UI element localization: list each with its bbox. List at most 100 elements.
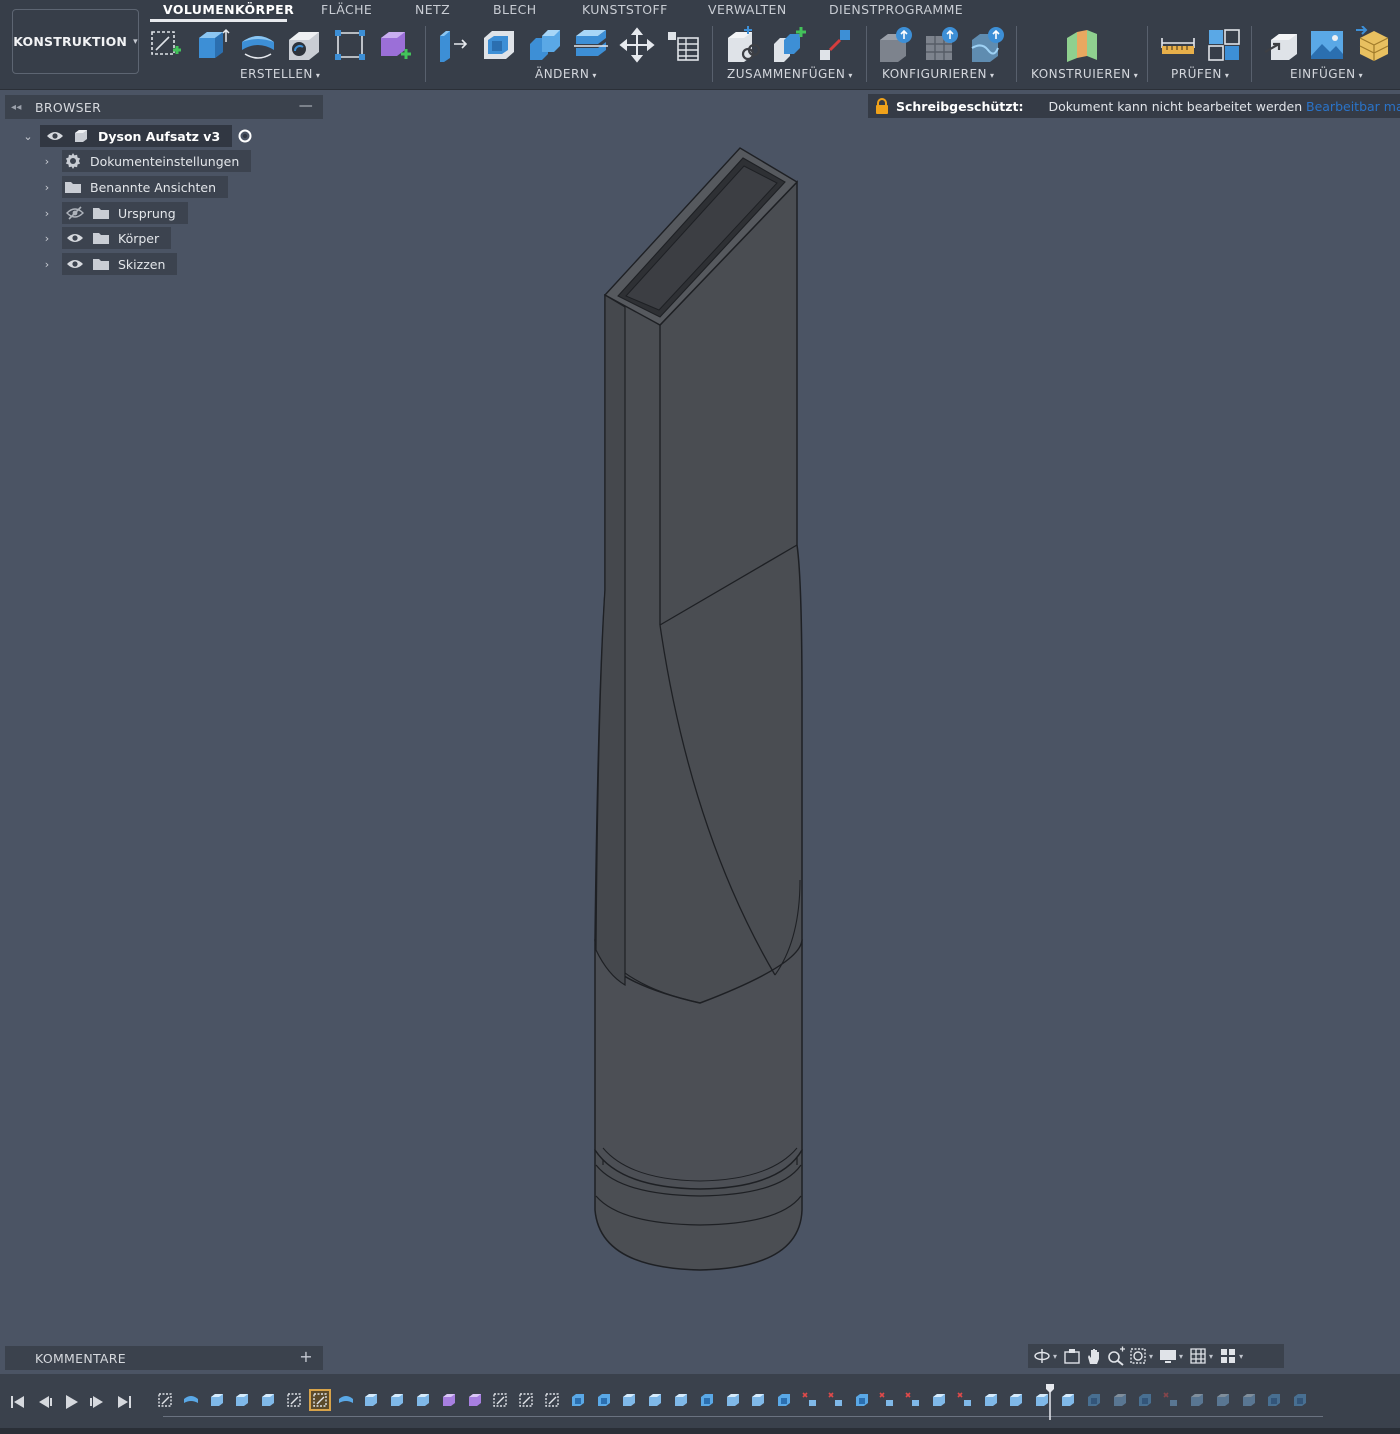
- go-to-end-icon[interactable]: [115, 1393, 133, 1411]
- timeline-feature[interactable]: [595, 1391, 613, 1409]
- timeline-feature[interactable]: [1085, 1391, 1103, 1409]
- timeline-feature[interactable]: [1214, 1391, 1232, 1409]
- tab-netz[interactable]: NETZ: [415, 2, 450, 17]
- new-component-icon[interactable]: [724, 26, 762, 64]
- activate-component-radio-icon[interactable]: [238, 129, 252, 143]
- timeline-feature[interactable]: [1188, 1391, 1206, 1409]
- timeline-feature[interactable]: [982, 1391, 1000, 1409]
- workspace-switcher-button[interactable]: KONSTRUKTION ▾: [12, 9, 139, 74]
- timeline-feature[interactable]: [749, 1391, 767, 1409]
- chevron-right-icon[interactable]: ›: [40, 155, 54, 168]
- timeline-feature[interactable]: [724, 1391, 742, 1409]
- create-form-icon[interactable]: [377, 26, 415, 64]
- orbit-icon[interactable]: ▾: [1032, 1345, 1060, 1367]
- timeline-marker[interactable]: [1046, 1384, 1054, 1420]
- make-editable-link[interactable]: Bearbeitbar ma: [1306, 99, 1400, 114]
- chevron-right-icon[interactable]: ›: [40, 232, 54, 245]
- browser-item[interactable]: Benannte Ansichten: [62, 176, 229, 198]
- timeline-feature[interactable]: [904, 1391, 922, 1409]
- timeline-feature[interactable]: [337, 1391, 355, 1409]
- timeline-feature[interactable]: [517, 1391, 535, 1409]
- insert-canvas-icon[interactable]: [1308, 26, 1346, 64]
- timeline-feature[interactable]: [1007, 1391, 1025, 1409]
- viewports-icon[interactable]: ▾: [1218, 1345, 1246, 1367]
- tab-flaeche[interactable]: FLÄCHE: [321, 2, 372, 17]
- go-to-start-icon[interactable]: [9, 1393, 27, 1411]
- timeline-feature[interactable]: [491, 1391, 509, 1409]
- timeline-feature[interactable]: [775, 1391, 793, 1409]
- timeline-feature[interactable]: [672, 1391, 690, 1409]
- insert-derive-icon[interactable]: [1263, 26, 1301, 64]
- eye-icon[interactable]: [64, 227, 86, 249]
- tab-dienstprogramme[interactable]: DIENSTPROGRAMME: [829, 2, 963, 17]
- construct-menu[interactable]: KONSTRUIEREN ▾: [1031, 67, 1138, 81]
- pan-hand-icon[interactable]: [1084, 1345, 1104, 1367]
- timeline-feature[interactable]: [569, 1391, 587, 1409]
- create-sketch-icon[interactable]: [147, 26, 185, 64]
- modify-menu[interactable]: ÄNDERN ▾: [535, 67, 597, 81]
- browser-root-item[interactable]: Dyson Aufsatz v3: [40, 125, 233, 147]
- timeline-feature[interactable]: [801, 1391, 819, 1409]
- fit-view-icon[interactable]: ▾: [1128, 1345, 1156, 1367]
- timeline-feature[interactable]: [646, 1391, 664, 1409]
- timeline-feature[interactable]: [208, 1391, 226, 1409]
- eye-hidden-icon[interactable]: [64, 202, 86, 224]
- split-body-icon[interactable]: [572, 26, 610, 64]
- insert-menu[interactable]: EINFÜGEN ▾: [1290, 67, 1363, 81]
- configuration-table-icon[interactable]: [922, 26, 960, 64]
- tab-blech[interactable]: BLECH: [493, 2, 537, 17]
- timeline-feature[interactable]: [698, 1391, 716, 1409]
- timeline-feature[interactable]: [543, 1391, 561, 1409]
- look-at-icon[interactable]: [1062, 1345, 1082, 1367]
- eye-icon[interactable]: [64, 253, 86, 275]
- timeline-feature[interactable]: [1265, 1391, 1283, 1409]
- timeline-feature[interactable]: [182, 1391, 200, 1409]
- move-copy-icon[interactable]: [618, 26, 656, 64]
- tab-volumenkoerper[interactable]: VOLUMENKÖRPER: [163, 2, 294, 17]
- timeline-feature[interactable]: [620, 1391, 638, 1409]
- create-menu[interactable]: ERSTELLEN ▾: [240, 67, 320, 81]
- eye-icon[interactable]: [44, 125, 66, 147]
- change-parameters-icon[interactable]: [664, 26, 702, 64]
- timeline-feature[interactable]: [1059, 1391, 1077, 1409]
- offset-plane-icon[interactable]: [1063, 26, 1101, 64]
- step-forward-icon[interactable]: [88, 1393, 106, 1411]
- play-icon[interactable]: [62, 1393, 80, 1411]
- chevron-right-icon[interactable]: ›: [40, 181, 54, 194]
- section-analysis-icon[interactable]: [1205, 26, 1243, 64]
- display-settings-icon[interactable]: ▾: [1158, 1345, 1186, 1367]
- add-comment-button[interactable]: +: [299, 1347, 313, 1366]
- joint-icon[interactable]: [770, 26, 808, 64]
- timeline-feature[interactable]: [414, 1391, 432, 1409]
- timeline-feature[interactable]: [1162, 1391, 1180, 1409]
- timeline-feature[interactable]: [930, 1391, 948, 1409]
- timeline-feature[interactable]: [878, 1391, 896, 1409]
- collapse-panel-icon[interactable]: ◂◂: [11, 102, 35, 113]
- browser-item[interactable]: Dokumenteinstellungen: [62, 150, 252, 172]
- as-built-joint-icon[interactable]: [816, 26, 854, 64]
- timeline-feature[interactable]: [156, 1391, 174, 1409]
- combine-icon[interactable]: [526, 26, 564, 64]
- chevron-right-icon[interactable]: ›: [40, 258, 54, 271]
- configuration-rules-icon[interactable]: [968, 26, 1006, 64]
- timeline-feature[interactable]: [466, 1391, 484, 1409]
- configure-icon[interactable]: [876, 26, 914, 64]
- revolve-icon[interactable]: [239, 26, 277, 64]
- timeline-feature[interactable]: [233, 1391, 251, 1409]
- timeline-feature[interactable]: [827, 1391, 845, 1409]
- insert-mesh-icon[interactable]: [1354, 26, 1392, 64]
- assemble-menu[interactable]: ZUSAMMENFÜGEN ▾: [727, 67, 853, 81]
- timeline-feature[interactable]: [1111, 1391, 1129, 1409]
- timeline-feature[interactable]: [956, 1391, 974, 1409]
- timeline-feature[interactable]: [1291, 1391, 1309, 1409]
- crevice-tool-model[interactable]: [560, 130, 840, 1290]
- shell-icon[interactable]: [480, 26, 518, 64]
- timeline-feature[interactable]: [362, 1391, 380, 1409]
- timeline-feature[interactable]: [308, 1389, 331, 1411]
- browser-item[interactable]: Ursprung: [62, 202, 188, 224]
- browser-item[interactable]: Körper: [62, 227, 172, 249]
- press-pull-icon[interactable]: [434, 26, 472, 64]
- measure-icon[interactable]: [1159, 26, 1197, 64]
- browser-item[interactable]: Skizzen: [62, 253, 178, 275]
- inspect-menu[interactable]: PRÜFEN ▾: [1171, 67, 1229, 81]
